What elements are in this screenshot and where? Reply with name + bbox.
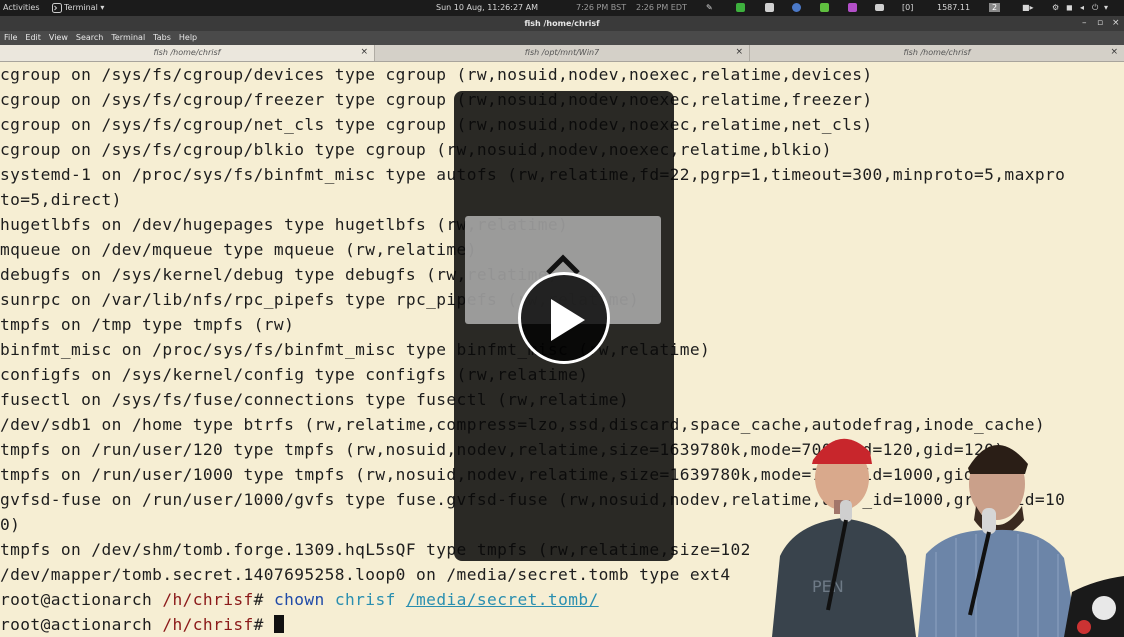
notification-badge[interactable]: 2 <box>989 3 1001 12</box>
network-icon[interactable]: ◼ <box>1066 3 1073 12</box>
menu-bar: File Edit View Search Terminal Tabs Help <box>0 31 1124 45</box>
tab-label: fish /home/chrisf <box>153 48 221 57</box>
terminal-line: cgroup on /sys/fs/cgroup/blkio type cgro… <box>0 140 832 159</box>
app-menu-icon[interactable] <box>52 3 62 15</box>
timezone-bst: 7:26 PM BST <box>576 3 627 12</box>
tab-label: fish /home/chrisf <box>903 48 971 57</box>
tab-close-icon[interactable]: × <box>735 47 743 57</box>
tray-app-purple-icon[interactable] <box>848 3 857 12</box>
prompt-user: root@actionarch <box>0 615 153 634</box>
prompt-directory: /h/chrisf <box>162 590 254 609</box>
terminal-line: mqueue on /dev/mqueue type mqueue (rw,re… <box>0 240 477 259</box>
command-argument: chrisf <box>334 590 396 609</box>
terminal-line: cgroup on /sys/fs/cgroup/freezer type cg… <box>0 90 873 109</box>
maximize-button[interactable]: ▫ <box>1097 18 1103 28</box>
menu-search[interactable]: Search <box>72 31 107 42</box>
app-menu-terminal[interactable]: Terminal ▾ <box>64 3 104 12</box>
video-camera-icon[interactable]: ■▸ <box>1022 3 1034 12</box>
tray-app-lime-icon[interactable] <box>820 3 829 12</box>
timezone-edt: 2:26 PM EDT <box>636 3 687 12</box>
settings-icon[interactable]: ⚙ <box>1052 3 1059 12</box>
chevron-down-icon[interactable]: ▾ <box>1104 3 1108 12</box>
active-prompt-line[interactable]: root@actionarch /h/chrisf# <box>0 612 284 637</box>
prompt-user: root@actionarch <box>0 590 153 609</box>
tray-app-green-icon[interactable] <box>736 3 745 12</box>
terminal-line: to=5,direct) <box>0 190 122 209</box>
tab-opt-mnt-win7[interactable]: fish /opt/mnt/Win7 × <box>375 45 750 61</box>
command-name: chown <box>273 590 325 609</box>
workspace-indicator[interactable]: [0] <box>902 3 913 12</box>
minimize-button[interactable]: – <box>1082 18 1087 28</box>
menu-view[interactable]: View <box>45 31 72 42</box>
activities-button[interactable]: Activities <box>3 3 40 12</box>
video-hosts-image: PEN <box>772 438 1124 637</box>
tray-app-white-icon[interactable] <box>765 3 774 12</box>
command-path-link[interactable]: /media/secret.tomb/ <box>406 590 599 609</box>
terminal-line: /dev/mapper/tomb.secret.1407695258.loop0… <box>0 565 731 584</box>
cpu-readout: 1587.11 <box>937 3 971 12</box>
menu-help[interactable]: Help <box>175 31 201 42</box>
tab-close-icon[interactable]: × <box>1110 47 1118 57</box>
play-button[interactable] <box>518 272 610 364</box>
power-icon[interactable]: ⏻ <box>1092 3 1098 13</box>
clock[interactable]: Sun 10 Aug, 11:26:27 AM <box>436 3 538 12</box>
volume-icon[interactable]: ◂ <box>1080 3 1084 12</box>
window-title: fish /home/chrisf <box>524 19 600 28</box>
prompt-symbol: # <box>253 615 264 634</box>
prompt-symbol: # <box>253 590 264 609</box>
terminal-line: cgroup on /sys/fs/cgroup/devices type cg… <box>0 65 873 84</box>
close-window-button[interactable]: × <box>1112 18 1120 28</box>
menu-file[interactable]: File <box>0 31 21 42</box>
top-bar: Activities Terminal ▾ Sun 10 Aug, 11:26:… <box>0 0 1124 16</box>
menu-terminal[interactable]: Terminal <box>107 31 149 42</box>
app-menu-label: Terminal <box>64 3 98 12</box>
play-icon <box>551 299 585 341</box>
brush-icon[interactable]: ✎ <box>706 3 713 12</box>
svg-text:PEN: PEN <box>812 577 844 596</box>
tray-app-blue-icon[interactable] <box>792 3 801 12</box>
tab-label: fish /opt/mnt/Win7 <box>524 48 600 57</box>
text-cursor <box>273 615 284 633</box>
tab-close-icon[interactable]: × <box>360 47 368 57</box>
tab-bar: fish /home/chrisf × fish /opt/mnt/Win7 ×… <box>0 45 1124 62</box>
terminal-line: 0) <box>0 515 21 534</box>
menu-tabs[interactable]: Tabs <box>149 31 175 42</box>
terminal-line: cgroup on /sys/fs/cgroup/net_cls type cg… <box>0 115 873 134</box>
tab-home-chrisf-1[interactable]: fish /home/chrisf × <box>0 45 375 61</box>
prompt-directory: /h/chrisf <box>162 615 254 634</box>
terminal-line: tmpfs on /tmp type tmpfs (rw) <box>0 315 295 334</box>
command-line-chown: root@actionarch /h/chrisf# chown chrisf … <box>0 587 599 612</box>
keyboard-icon[interactable] <box>875 4 884 11</box>
tab-home-chrisf-2[interactable]: fish /home/chrisf × <box>750 45 1124 61</box>
menu-edit[interactable]: Edit <box>21 31 45 42</box>
window-title-bar[interactable]: fish /home/chrisf – ▫ × <box>0 16 1124 31</box>
